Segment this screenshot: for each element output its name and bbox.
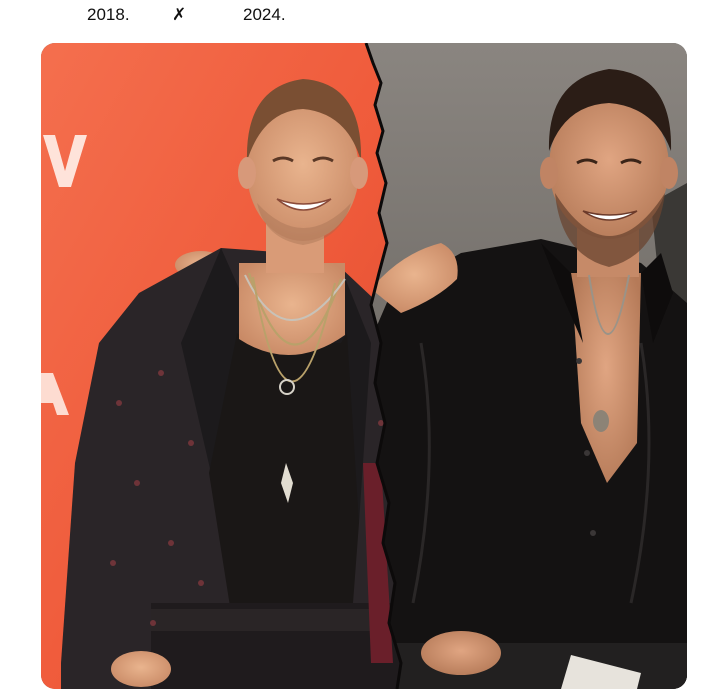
post-caption: 2018. ✗ 2024. (0, 4, 706, 26)
right-photo-2024 (366, 43, 687, 689)
caption-year-2018: 2018. (87, 5, 130, 24)
post-photo[interactable] (41, 43, 687, 689)
photo-collage-image (41, 43, 687, 689)
caption-year-2024: 2024. (243, 5, 286, 24)
cross-icon: ✗ (172, 5, 187, 25)
left-photo-2018 (41, 43, 401, 689)
